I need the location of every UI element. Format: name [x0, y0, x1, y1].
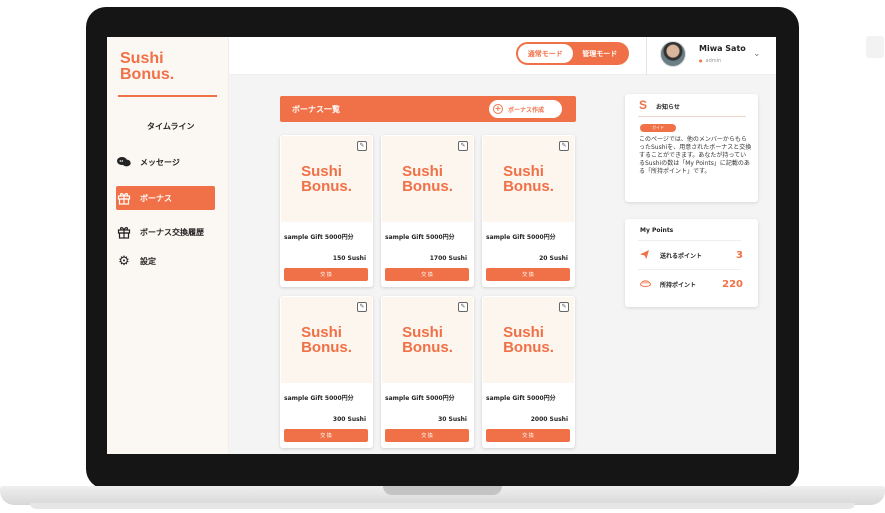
- owned-points-value: 220: [722, 278, 743, 290]
- sidebar-item-label: 設定: [140, 256, 156, 266]
- sidebar-item-bonus-history[interactable]: ボーナス交換履歴: [116, 220, 215, 244]
- bonus-card[interactable]: Sushi Bonus. ✎ sample Gift 5000円分 1700 Su…: [381, 135, 474, 287]
- exchange-button[interactable]: 交 換: [385, 429, 469, 442]
- my-points-panel: My Points 送れるポイント 3 所持ポイント 220: [625, 219, 758, 307]
- bonus-card-logo: Sushi Bonus.: [301, 163, 352, 195]
- create-bonus-label: ボーナス作成: [508, 106, 545, 114]
- gear-icon: ⚙: [118, 253, 130, 269]
- brand-logo-line2: Bonus.: [120, 66, 175, 83]
- bonus-card[interactable]: Sushi Bonus. ✎ sample Gift 5000円分 300 Sus…: [280, 296, 373, 448]
- sushi-icon: [640, 279, 652, 289]
- sidebar-divider: [118, 95, 217, 97]
- avatar[interactable]: [660, 41, 686, 67]
- sidebar-item-settings[interactable]: ⚙ 設定: [116, 249, 215, 273]
- brand-logo[interactable]: Sushi Bonus.: [120, 51, 174, 83]
- bonus-card-logo: Sushi Bonus.: [402, 324, 453, 356]
- exchange-button[interactable]: 交 換: [486, 429, 570, 442]
- bonus-card-points: 300 Sushi: [332, 416, 366, 423]
- bonus-card-points: 2000 Sushi: [530, 416, 568, 423]
- bonus-card-points: 30 Sushi: [438, 416, 467, 423]
- sendable-points-label: 送れるポイント: [660, 252, 703, 260]
- bonus-card[interactable]: Sushi Bonus. ✎ sample Gift 5000円分 30 Sush…: [381, 296, 474, 448]
- points-divider: [638, 269, 741, 270]
- edit-icon[interactable]: ✎: [458, 141, 468, 151]
- plus-circle-icon: +: [493, 104, 503, 114]
- points-divider: [638, 240, 741, 241]
- my-points-title: My Points: [640, 227, 674, 234]
- owned-points-label: 所持ポイント: [660, 281, 697, 289]
- exchange-button[interactable]: 交 換: [284, 429, 368, 442]
- topbar-divider: [646, 37, 647, 75]
- brand-logo-line1: Sushi: [120, 50, 164, 67]
- bonus-card-points: 150 Sushi: [332, 255, 366, 262]
- mode-normal-button[interactable]: 通常モード: [518, 44, 573, 63]
- decorative-tab: [866, 36, 884, 58]
- bonus-card-gift: sample Gift 5000円分: [486, 234, 556, 241]
- sidebar-item-label: メッセージ: [140, 157, 180, 167]
- bonus-card[interactable]: Sushi Bonus. ✎ sample Gift 5000円分 20 Sush…: [482, 135, 575, 287]
- bonus-card-gift: sample Gift 5000円分: [385, 234, 455, 241]
- bonus-card-gift: sample Gift 5000円分: [284, 395, 354, 402]
- edit-icon[interactable]: ✎: [559, 141, 569, 151]
- gift-icon: [116, 224, 132, 240]
- bonus-card[interactable]: Sushi Bonus. ✎ sample Gift 5000円分 150 Sus…: [280, 135, 373, 287]
- mode-admin-button[interactable]: 管理モード: [573, 44, 628, 63]
- sidebar: Sushi Bonus. タイムライン メッセージ ボーナス ボーナス交換履歴 …: [107, 37, 229, 454]
- sendable-points-row: 送れるポイント 3: [640, 248, 743, 262]
- bonus-list-header: ボーナス一覧 + ボーナス作成: [280, 96, 576, 122]
- sidebar-item-timeline[interactable]: タイムライン: [147, 121, 194, 132]
- exchange-button[interactable]: 交 換: [385, 268, 469, 281]
- bonus-card-points: 20 Sushi: [539, 255, 568, 262]
- top-bar: 通常モード 管理モード Miwa Sato admin ⌄: [229, 37, 776, 75]
- sushi-s-icon: S: [639, 98, 648, 112]
- edit-icon[interactable]: ✎: [559, 302, 569, 312]
- notice-panel: S お知らせ ガイド このページでは、他のメンバーからもらったSushiを、用意…: [625, 94, 758, 202]
- sidebar-item-bonus[interactable]: ボーナス: [116, 186, 215, 210]
- bonus-card-gift: sample Gift 5000円分: [385, 395, 455, 402]
- gift-icon: [116, 190, 132, 206]
- edit-icon[interactable]: ✎: [458, 302, 468, 312]
- app-screen: Sushi Bonus. タイムライン メッセージ ボーナス ボーナス交換履歴 …: [107, 37, 776, 454]
- sidebar-item-label: ボーナス交換履歴: [140, 227, 204, 237]
- notice-divider: [638, 116, 746, 117]
- bonus-card-gift: sample Gift 5000円分: [486, 395, 556, 402]
- bonus-card-logo: Sushi Bonus.: [503, 163, 554, 195]
- exchange-button[interactable]: 交 換: [486, 268, 570, 281]
- chevron-down-icon[interactable]: ⌄: [753, 49, 761, 59]
- bonus-card-gift: sample Gift 5000円分: [284, 234, 354, 241]
- exchange-button[interactable]: 交 換: [284, 268, 368, 281]
- guide-badge: ガイド: [640, 124, 676, 132]
- notice-title: お知らせ: [656, 104, 680, 111]
- sidebar-item-label: ボーナス: [140, 193, 172, 203]
- owned-points-row: 所持ポイント 220: [640, 277, 743, 291]
- bonus-card-logo: Sushi Bonus.: [402, 163, 453, 195]
- bonus-card-logo: Sushi Bonus.: [503, 324, 554, 356]
- laptop-shadow: [30, 503, 855, 509]
- sendable-points-value: 3: [736, 249, 743, 261]
- bonus-card-logo: Sushi Bonus.: [301, 324, 352, 356]
- bonus-list-title: ボーナス一覧: [292, 105, 340, 114]
- chat-bubbles-icon: [116, 154, 132, 170]
- sidebar-item-messages[interactable]: メッセージ: [116, 150, 215, 174]
- user-name: Miwa Sato: [699, 44, 746, 53]
- paper-plane-icon: [640, 249, 652, 261]
- notice-body: このページでは、他のメンバーからもらったSushiを、用意されたボーナスと交換す…: [639, 136, 752, 175]
- bonus-card-points: 1700 Sushi: [429, 255, 467, 262]
- edit-icon[interactable]: ✎: [357, 302, 367, 312]
- create-bonus-button[interactable]: + ボーナス作成: [489, 100, 562, 118]
- laptop-notch: [383, 486, 502, 495]
- mode-toggle[interactable]: 通常モード 管理モード: [516, 42, 629, 65]
- bonus-card[interactable]: Sushi Bonus. ✎ sample Gift 5000円分 2000 Su…: [482, 296, 575, 448]
- user-role: admin: [699, 58, 722, 64]
- edit-icon[interactable]: ✎: [357, 141, 367, 151]
